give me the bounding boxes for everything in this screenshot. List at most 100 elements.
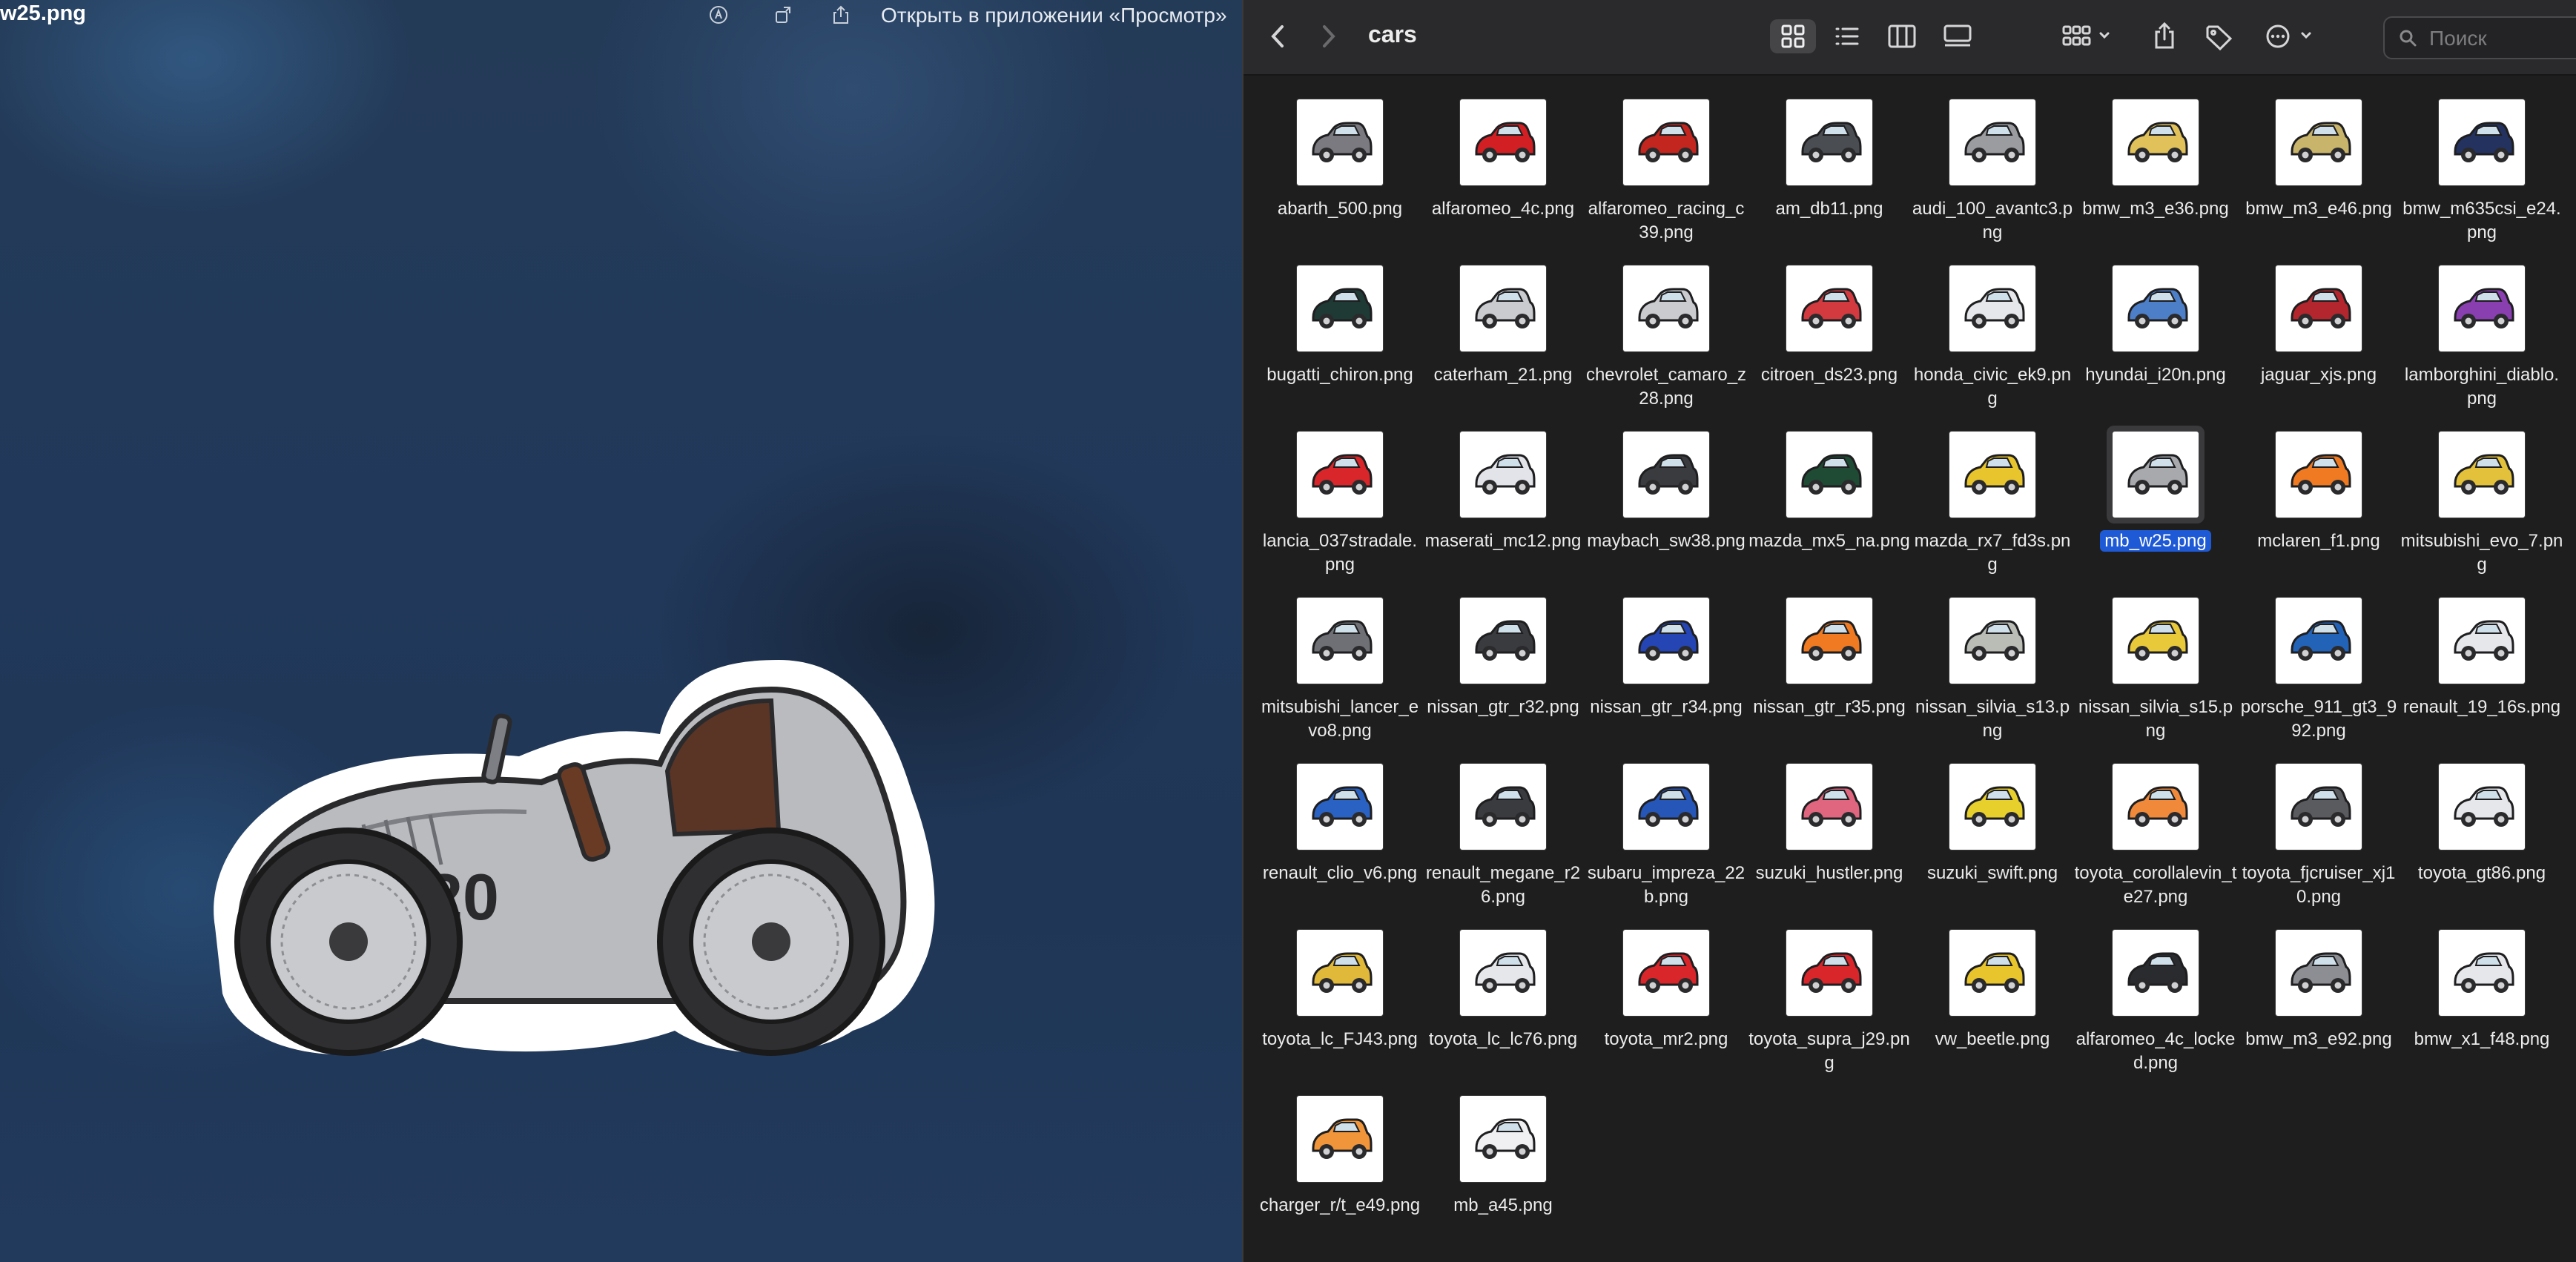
file-thumbnail[interactable] <box>1623 432 1709 518</box>
file-item[interactable]: maserati_mc12.png <box>1421 426 1585 592</box>
file-item[interactable]: maybach_sw38.png <box>1585 426 1748 592</box>
file-item[interactable]: am_db11.png <box>1748 93 1911 260</box>
file-item[interactable]: toyota_fjcruiser_xj10.png <box>2237 758 2400 924</box>
file-item[interactable]: mb_w25.png <box>2074 426 2237 592</box>
file-thumbnail[interactable] <box>2439 598 2525 684</box>
file-item[interactable]: mclaren_f1.png <box>2237 426 2400 592</box>
file-item[interactable]: nissan_gtr_r32.png <box>1421 592 1585 758</box>
file-item[interactable]: honda_civic_ek9.png <box>1911 260 2074 426</box>
file-item[interactable]: toyota_supra_j29.png <box>1748 924 1911 1090</box>
file-item[interactable]: toyota_mr2.png <box>1585 924 1748 1090</box>
file-thumbnail[interactable] <box>2276 598 2362 684</box>
file-thumbnail[interactable] <box>1460 764 1546 850</box>
file-thumbnail[interactable] <box>1623 265 1709 351</box>
file-item[interactable]: porsche_911_gt3_992.png <box>2237 592 2400 758</box>
file-item[interactable]: nissan_silvia_s15.png <box>2074 592 2237 758</box>
file-thumbnail[interactable] <box>1460 432 1546 518</box>
file-item[interactable]: renault_19_16s.png <box>2400 592 2563 758</box>
file-thumbnail[interactable] <box>1949 930 2035 1016</box>
file-thumbnail[interactable] <box>1786 265 1872 351</box>
file-thumbnail[interactable] <box>1460 1096 1546 1182</box>
more-actions-menu[interactable] <box>2261 19 2320 53</box>
file-thumbnail[interactable] <box>1949 265 2035 351</box>
file-thumbnail[interactable] <box>2439 265 2525 351</box>
file-thumbnail[interactable] <box>1949 598 2035 684</box>
file-item[interactable]: vw_beetle.png <box>1911 924 2074 1090</box>
file-thumbnail[interactable] <box>1460 265 1546 351</box>
list-view-button[interactable] <box>1826 19 1868 53</box>
file-item[interactable]: bmw_m3_e36.png <box>2074 93 2237 260</box>
file-thumbnail[interactable] <box>1623 764 1709 850</box>
gallery-view-button[interactable] <box>1937 19 1978 53</box>
file-item[interactable]: alfaromeo_racing_c39.png <box>1585 93 1748 260</box>
file-thumbnail[interactable] <box>2113 764 2199 850</box>
search-field[interactable] <box>2383 16 2576 59</box>
file-item[interactable]: lamborghini_diablo.png <box>2400 260 2563 426</box>
file-thumbnail[interactable] <box>2113 930 2199 1016</box>
file-thumbnail[interactable] <box>1297 764 1383 850</box>
file-thumbnail[interactable] <box>2439 764 2525 850</box>
file-thumbnail[interactable] <box>1786 99 1872 185</box>
file-thumbnail[interactable] <box>2276 99 2362 185</box>
file-item[interactable]: hyundai_i20n.png <box>2074 260 2237 426</box>
file-thumbnail[interactable] <box>1297 99 1383 185</box>
file-thumbnail[interactable] <box>1297 1096 1383 1182</box>
file-thumbnail[interactable] <box>1949 99 2035 185</box>
file-item[interactable]: chevrolet_camaro_z28.png <box>1585 260 1748 426</box>
file-thumbnail[interactable] <box>2276 432 2362 518</box>
file-item[interactable]: nissan_gtr_r35.png <box>1748 592 1911 758</box>
file-item[interactable]: bmw_m3_e92.png <box>2237 924 2400 1090</box>
file-item[interactable]: mitsubishi_evo_7.png <box>2400 426 2563 592</box>
file-thumbnail[interactable] <box>1949 432 2035 518</box>
file-item[interactable]: bmw_m3_e46.png <box>2237 93 2400 260</box>
file-thumbnail[interactable] <box>1297 930 1383 1016</box>
file-item[interactable]: mb_a45.png <box>1421 1090 1585 1256</box>
file-thumbnail[interactable] <box>2113 265 2199 351</box>
file-item[interactable]: renault_megane_r26.png <box>1421 758 1585 924</box>
file-thumbnail[interactable] <box>1623 930 1709 1016</box>
file-thumbnail[interactable] <box>1786 764 1872 850</box>
file-thumbnail[interactable] <box>1786 598 1872 684</box>
share-button[interactable] <box>2147 19 2182 53</box>
file-thumbnail[interactable] <box>1949 764 2035 850</box>
group-by-menu[interactable] <box>2058 19 2117 53</box>
file-thumbnail[interactable] <box>2276 930 2362 1016</box>
file-item[interactable]: citroen_ds23.png <box>1748 260 1911 426</box>
file-item[interactable]: toyota_corollalevin_te27.png <box>2074 758 2237 924</box>
file-thumbnail[interactable] <box>1460 99 1546 185</box>
file-item[interactable]: suzuki_hustler.png <box>1748 758 1911 924</box>
file-item[interactable]: nissan_gtr_r34.png <box>1585 592 1748 758</box>
file-item[interactable]: abarth_500.png <box>1258 93 1421 260</box>
file-thumbnail[interactable] <box>1623 598 1709 684</box>
file-item[interactable]: toyota_lc_FJ43.png <box>1258 924 1421 1090</box>
file-thumbnail[interactable] <box>2113 598 2199 684</box>
file-item[interactable]: toyota_gt86.png <box>2400 758 2563 924</box>
icon-view-button[interactable] <box>1770 19 1816 53</box>
back-button[interactable] <box>1263 19 1292 53</box>
file-item[interactable]: mitsubishi_lancer_evo8.png <box>1258 592 1421 758</box>
file-thumbnail[interactable] <box>1297 598 1383 684</box>
file-thumbnail[interactable] <box>1297 432 1383 518</box>
file-item[interactable]: charger_r/t_e49.png <box>1258 1090 1421 1256</box>
file-thumbnail[interactable] <box>2276 265 2362 351</box>
file-thumbnail[interactable] <box>1786 432 1872 518</box>
file-thumbnail[interactable] <box>1297 265 1383 351</box>
file-item[interactable]: alfaromeo_4c.png <box>1421 93 1585 260</box>
file-item[interactable]: bugatti_chiron.png <box>1258 260 1421 426</box>
file-item[interactable]: nissan_silvia_s13.png <box>1911 592 2074 758</box>
file-item[interactable]: jaguar_xjs.png <box>2237 260 2400 426</box>
file-item[interactable]: alfaromeo_4c_locked.png <box>2074 924 2237 1090</box>
forward-button[interactable] <box>1314 19 1344 53</box>
markup-icon[interactable] <box>708 4 729 25</box>
file-item[interactable]: bmw_x1_f48.png <box>2400 924 2563 1090</box>
file-thumbnail[interactable] <box>1623 99 1709 185</box>
file-thumbnail[interactable] <box>2276 764 2362 850</box>
rotate-icon[interactable] <box>773 4 794 25</box>
file-item[interactable]: mazda_mx5_na.png <box>1748 426 1911 592</box>
file-thumbnail[interactable] <box>2439 99 2525 185</box>
column-view-button[interactable] <box>1881 19 1923 53</box>
file-thumbnail[interactable] <box>2439 930 2525 1016</box>
file-item[interactable]: lancia_037stradale.png <box>1258 426 1421 592</box>
file-thumbnail[interactable] <box>1460 598 1546 684</box>
file-item[interactable]: bmw_m635csi_e24.png <box>2400 93 2563 260</box>
